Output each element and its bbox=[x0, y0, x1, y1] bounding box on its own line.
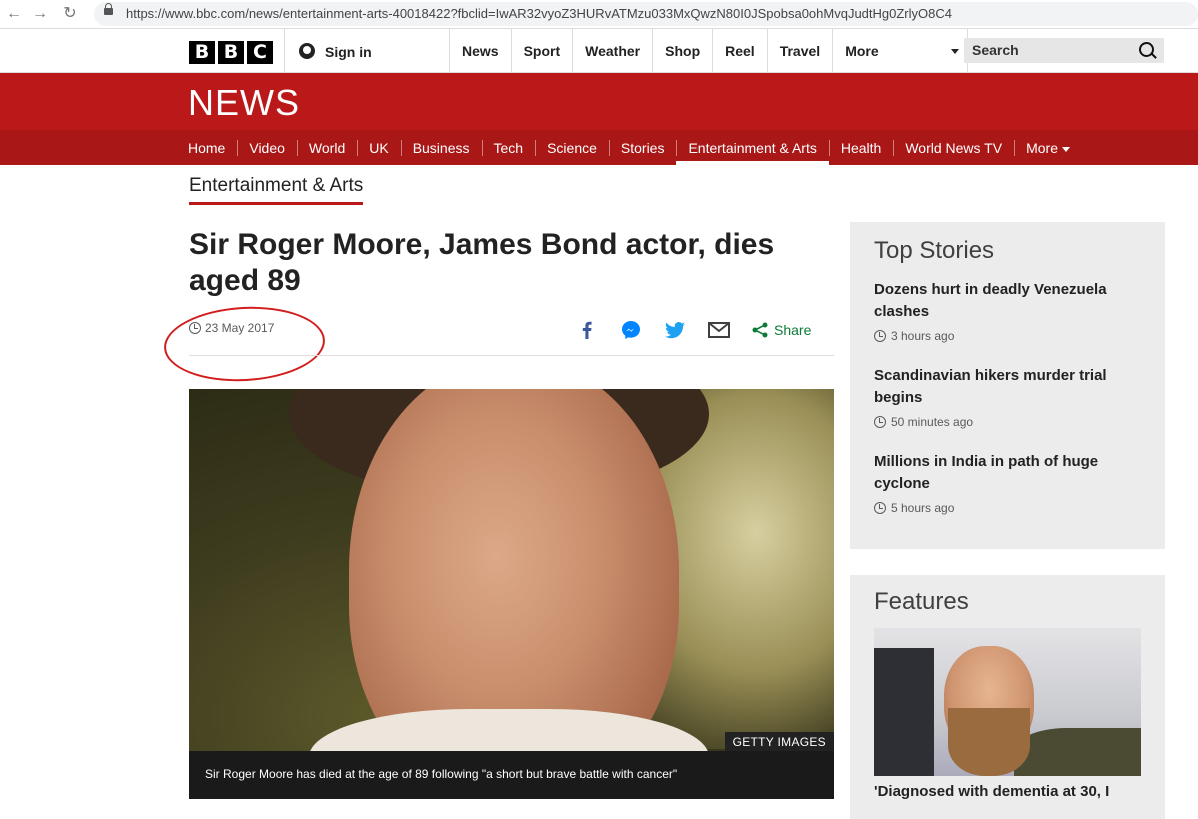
feature-image-coat bbox=[1014, 728, 1141, 776]
subnav-entertainment-arts[interactable]: Entertainment & Arts bbox=[676, 130, 830, 165]
sign-in-button[interactable]: Sign in bbox=[284, 29, 450, 72]
share-label: Share bbox=[774, 322, 812, 338]
top-nav-travel[interactable]: Travel bbox=[768, 29, 834, 72]
facebook-icon[interactable] bbox=[576, 319, 598, 341]
search-input[interactable]: Search bbox=[964, 38, 1164, 63]
subnav-video[interactable]: Video bbox=[237, 130, 297, 165]
clock-icon bbox=[874, 416, 886, 428]
top-nav-sport[interactable]: Sport bbox=[512, 29, 574, 72]
feature-image[interactable] bbox=[874, 628, 1141, 776]
features-title: Features bbox=[874, 588, 969, 615]
section-label[interactable]: Entertainment & Arts bbox=[189, 175, 364, 205]
top-story-time: 3 hours ago bbox=[874, 329, 1144, 343]
top-story-time-text: 3 hours ago bbox=[891, 329, 955, 343]
share-icon bbox=[752, 322, 768, 338]
clock-icon bbox=[874, 502, 886, 514]
feature-title[interactable]: 'Diagnosed with dementia at 30, I bbox=[874, 783, 1154, 800]
feature-image-beard bbox=[948, 708, 1030, 776]
messenger-icon[interactable] bbox=[620, 319, 642, 341]
subnav-more[interactable]: More bbox=[1014, 130, 1082, 165]
user-icon bbox=[299, 43, 315, 59]
top-story-title[interactable]: Scandinavian hikers murder trial begins bbox=[874, 365, 1144, 409]
top-nav-news[interactable]: News bbox=[449, 29, 512, 72]
features-panel: Features 'Diagnosed with dementia at 30,… bbox=[850, 575, 1165, 819]
top-story-time: 5 hours ago bbox=[874, 501, 1144, 515]
share-button[interactable]: Share bbox=[752, 322, 811, 338]
share-tools: Share bbox=[576, 318, 811, 342]
address-field[interactable]: https://www.bbc.com/news/entertainment-a… bbox=[94, 2, 1198, 26]
top-story-time-text: 50 minutes ago bbox=[891, 415, 974, 429]
top-story-item[interactable]: Scandinavian hikers murder trial begins … bbox=[874, 365, 1144, 429]
top-nav-more[interactable]: More bbox=[833, 29, 969, 72]
top-stories-title: Top Stories bbox=[874, 237, 995, 264]
email-icon[interactable] bbox=[708, 319, 730, 341]
back-arrow-icon[interactable]: ← bbox=[4, 4, 24, 24]
top-nav-reel[interactable]: Reel bbox=[713, 29, 768, 72]
bbc-top-bar: B B C Sign in News Sport Weather Shop Re… bbox=[0, 29, 1198, 73]
bbc-logo[interactable]: B B C bbox=[189, 41, 273, 64]
subnav-health[interactable]: Health bbox=[828, 130, 893, 165]
caret-down-icon bbox=[951, 49, 960, 54]
hero-image: GETTY IMAGES Sir Roger Moore has died at… bbox=[189, 389, 834, 799]
subnav-home[interactable]: Home bbox=[188, 130, 237, 165]
divider bbox=[189, 355, 834, 356]
subnav-uk[interactable]: UK bbox=[357, 130, 400, 165]
subnav-stories[interactable]: Stories bbox=[608, 130, 677, 165]
top-story-item[interactable]: Dozens hurt in deadly Venezuela clashes … bbox=[874, 279, 1144, 343]
caret-down-icon bbox=[1061, 146, 1070, 152]
top-story-item[interactable]: Millions in India in path of huge cyclon… bbox=[874, 451, 1144, 515]
twitter-icon[interactable] bbox=[664, 319, 686, 341]
image-caption: Sir Roger Moore has died at the age of 8… bbox=[189, 751, 834, 799]
lock-icon bbox=[104, 3, 113, 15]
forward-arrow-icon[interactable]: → bbox=[30, 4, 50, 24]
sign-in-label: Sign in bbox=[325, 44, 372, 60]
feature-image-shelf bbox=[874, 648, 934, 776]
top-nav-weather[interactable]: Weather bbox=[573, 29, 654, 72]
bbc-logo-letter: C bbox=[247, 41, 273, 64]
search-icon[interactable] bbox=[1139, 42, 1154, 57]
news-logo[interactable]: NEWS bbox=[188, 82, 300, 124]
top-nav-shop[interactable]: Shop bbox=[653, 29, 714, 72]
url-text: https://www.bbc.com/news/entertainment-a… bbox=[126, 6, 952, 21]
clock-icon bbox=[874, 330, 886, 342]
bbc-logo-letter: B bbox=[189, 41, 215, 64]
news-subnav: Home Video World UK Business Tech Scienc… bbox=[0, 130, 1198, 165]
bbc-logo-letter: B bbox=[218, 41, 244, 64]
subnav-world[interactable]: World bbox=[296, 130, 357, 165]
image-credit: GETTY IMAGES bbox=[724, 732, 834, 752]
search-placeholder: Search bbox=[972, 42, 1019, 58]
article-headline: Sir Roger Moore, James Bond actor, dies … bbox=[189, 228, 775, 297]
top-story-time: 50 minutes ago bbox=[874, 415, 1144, 429]
subnav-business[interactable]: Business bbox=[400, 130, 482, 165]
subnav-science[interactable]: Science bbox=[535, 130, 609, 165]
top-nav-more-label: More bbox=[845, 43, 879, 59]
subnav-more-label: More bbox=[1026, 140, 1058, 156]
image-caption-text: Sir Roger Moore has died at the age of 8… bbox=[205, 767, 678, 781]
reload-icon[interactable]: ↻ bbox=[60, 4, 80, 24]
top-story-time-text: 5 hours ago bbox=[891, 501, 955, 515]
top-story-title[interactable]: Millions in India in path of huge cyclon… bbox=[874, 451, 1144, 495]
news-band: NEWS bbox=[0, 73, 1198, 130]
browser-url-bar: ← → ↻ https://www.bbc.com/news/entertain… bbox=[0, 0, 1198, 29]
top-story-title[interactable]: Dozens hurt in deadly Venezuela clashes bbox=[874, 279, 1144, 323]
red-circle-annotation bbox=[162, 302, 327, 386]
top-nav: News Sport Weather Shop Reel Travel More bbox=[449, 29, 969, 72]
subnav-tech[interactable]: Tech bbox=[481, 130, 536, 165]
top-stories-panel: Top Stories Dozens hurt in deadly Venezu… bbox=[850, 222, 1165, 549]
subnav-world-news-tv[interactable]: World News TV bbox=[893, 130, 1014, 165]
